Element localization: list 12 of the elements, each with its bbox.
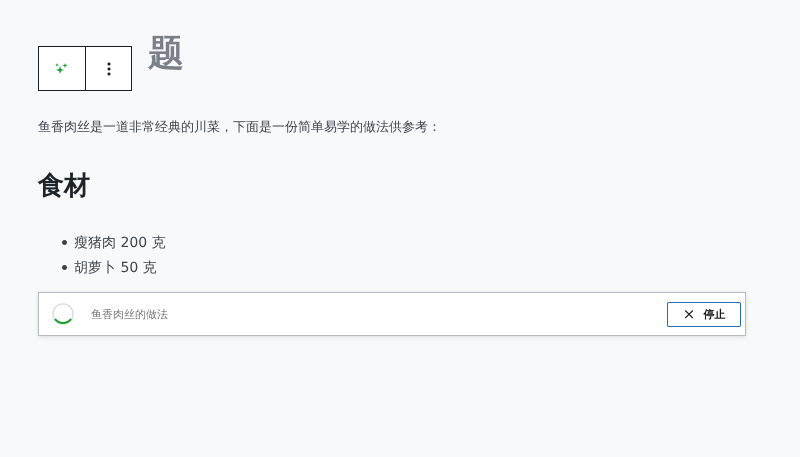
ingredient-item: 瘦猪肉 200 克 bbox=[74, 234, 166, 252]
bullet-icon bbox=[62, 240, 67, 245]
prompt-text: 鱼香肉丝的做法 bbox=[91, 306, 169, 322]
intro-paragraph: 鱼香肉丝是一道非常经典的川菜，下面是一份简单易学的做法供参考： bbox=[38, 119, 442, 137]
sparkle-icon bbox=[54, 60, 70, 76]
more-icon bbox=[106, 62, 110, 76]
stop-button[interactable]: × 停止 bbox=[667, 302, 741, 326]
bullet-icon bbox=[62, 265, 67, 270]
spinner-icon bbox=[51, 302, 75, 326]
section-heading: 食材 bbox=[38, 170, 91, 203]
post-title: 题 bbox=[148, 32, 184, 76]
ingredient-item: 胡萝卜 50 克 bbox=[74, 258, 157, 276]
